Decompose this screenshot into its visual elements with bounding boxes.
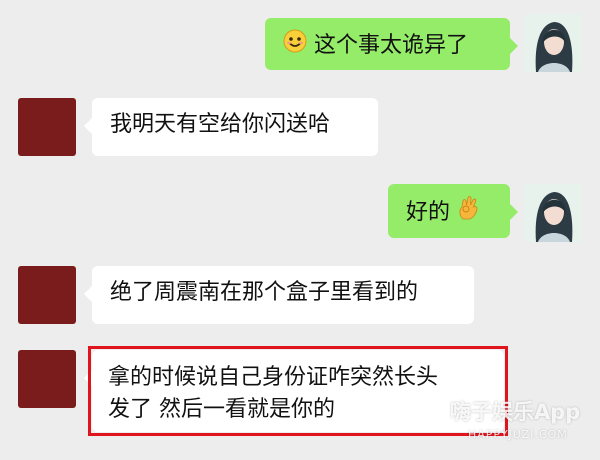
highlight-box	[88, 346, 508, 436]
ok-hand-emoji-icon	[457, 195, 481, 231]
message-bubble-right[interactable]: 好的	[388, 184, 518, 238]
contact-avatar[interactable]	[18, 350, 76, 408]
watermark-url: HAPPYJUZI.COM	[468, 428, 568, 441]
message-text: 绝了周震南在那个盒子里看到的	[110, 280, 419, 305]
contact-avatar[interactable]	[18, 266, 76, 324]
user-avatar[interactable]	[524, 14, 582, 72]
contact-avatar[interactable]	[18, 98, 76, 156]
user-avatar[interactable]	[524, 184, 582, 242]
message-bubble-right[interactable]: 这个事太诡异了	[265, 18, 518, 70]
message-text: 我明天有空给你闪送哈	[110, 112, 331, 137]
message-text: 好的	[406, 200, 451, 225]
message-bubble-left[interactable]: 绝了周震南在那个盒子里看到的	[84, 266, 474, 324]
smile-emoji-icon	[283, 29, 307, 63]
message-bubble-left[interactable]: 我明天有空给你闪送哈	[84, 98, 378, 156]
watermark-brand: 嗨子娱乐App	[450, 400, 581, 424]
message-text: 这个事太诡异了	[314, 33, 469, 58]
